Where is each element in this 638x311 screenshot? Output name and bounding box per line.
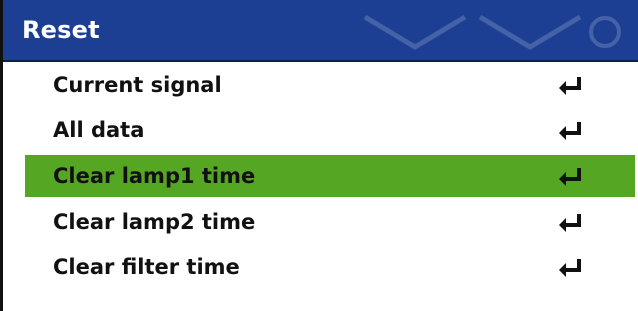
menu-title: Reset [22,16,100,44]
header-watermark-graphic [363,14,621,50]
menu-item-clear-filter-time[interactable]: Clear filter time [25,246,635,288]
menu-item-label: Clear lamp1 time [53,164,256,188]
menu-item-clear-lamp2-time[interactable]: Clear lamp2 time [25,201,635,243]
enter-return-icon [559,122,581,140]
reset-menu-list: Current signal All data Clear lamp1 time… [3,62,638,311]
menu-item-label: Current signal [53,73,222,97]
reset-menu-screen: Reset Current signal All data Clear lamp… [0,0,638,311]
menu-item-label: All data [53,118,145,142]
menu-header: Reset [0,0,638,62]
menu-item-label: Clear lamp2 time [53,210,256,234]
menu-item-label: Clear filter time [53,255,240,279]
menu-item-all-data[interactable]: All data [25,109,635,151]
enter-return-icon [559,168,581,186]
menu-item-clear-lamp1-time[interactable]: Clear lamp1 time [25,155,635,197]
enter-return-icon [559,214,581,232]
enter-return-icon [559,259,581,277]
enter-return-icon [559,77,581,95]
menu-item-current-signal[interactable]: Current signal [25,64,635,106]
